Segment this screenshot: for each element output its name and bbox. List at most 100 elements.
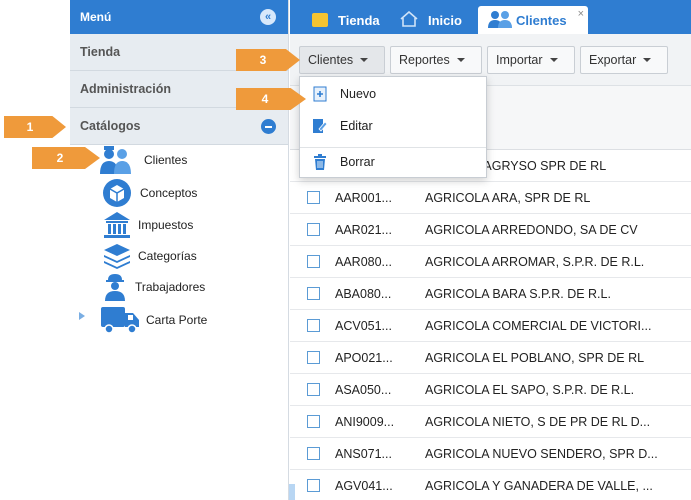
tab-inicio[interactable]: Inicio xyxy=(392,6,468,34)
sidebar-item-trabajadores[interactable]: Trabajadores xyxy=(100,271,205,303)
menu-item-label: Editar xyxy=(340,119,373,133)
menu-item-label: Borrar xyxy=(340,155,375,169)
row-checkbox[interactable] xyxy=(307,191,320,204)
edit-icon xyxy=(312,118,328,134)
row-checkbox[interactable] xyxy=(307,479,320,492)
row-code: ACV051... xyxy=(335,318,392,333)
row-checkbox[interactable] xyxy=(307,447,320,460)
clientes-menu-button[interactable]: Clientes xyxy=(299,46,385,74)
row-checkbox[interactable] xyxy=(307,287,320,300)
clients-icon xyxy=(98,144,134,176)
double-chevron-left-icon[interactable]: « xyxy=(260,9,276,25)
sidebar-item-label: Categorías xyxy=(138,249,197,263)
row-checkbox[interactable] xyxy=(307,319,320,332)
caret-down-icon xyxy=(456,58,465,62)
sidebar-section-label: Catálogos xyxy=(80,119,141,133)
tab-label: Inicio xyxy=(428,12,462,28)
sidebar-item-label: Carta Porte xyxy=(146,313,208,327)
sidebar-item-categorias[interactable]: Categorías xyxy=(102,240,197,272)
table-row[interactable]: ABA080... AGRICOLA BARA S.P.R. DE R.L. xyxy=(290,278,691,310)
expand-arrow-icon[interactable] xyxy=(79,312,85,320)
worker-icon xyxy=(100,271,130,303)
tab-clientes[interactable]: Clientes × xyxy=(478,6,588,34)
row-checkbox[interactable] xyxy=(307,255,320,268)
callout-1: 1 xyxy=(4,116,66,138)
row-code: APO021... xyxy=(335,350,393,365)
close-icon[interactable]: × xyxy=(578,8,584,20)
row-checkbox[interactable] xyxy=(307,383,320,396)
row-code: ANI9009... xyxy=(335,414,395,429)
sidebar-item-carta-porte[interactable]: Carta Porte xyxy=(100,303,207,337)
sidebar-item-conceptos[interactable]: Conceptos xyxy=(102,177,197,209)
sidebar-section-label: Tienda xyxy=(80,45,121,59)
table-row[interactable]: ANS071... AGRICOLA NUEVO SENDERO, SPR D.… xyxy=(290,438,691,470)
table-row[interactable]: ACV051... AGRICOLA COMERCIAL DE VICTORI.… xyxy=(290,310,691,342)
menu-item-borrar[interactable]: Borrar xyxy=(300,147,486,177)
sidebar-item-impuestos[interactable]: Impuestos xyxy=(102,209,193,241)
importar-menu-button[interactable]: Importar xyxy=(487,46,575,74)
row-code: AAR021... xyxy=(335,222,392,237)
store-icon xyxy=(312,13,328,27)
table-row[interactable]: AAR001... AGRICOLA ARA, SPR DE RL xyxy=(290,182,691,214)
layers-icon xyxy=(102,240,132,272)
row-code: AGV041... xyxy=(335,478,393,493)
row-code: AAR080... xyxy=(335,254,392,269)
clientes-dropdown-menu: Nuevo Editar Borrar xyxy=(299,76,487,178)
row-name: AGRICOLA EL POBLANO, SPR DE RL xyxy=(425,350,645,365)
sidebar-section-label: Administración xyxy=(80,82,171,96)
sidebar-section-catalogos[interactable]: Catálogos xyxy=(70,108,288,145)
row-checkbox[interactable] xyxy=(307,223,320,236)
collapse-minus-icon[interactable] xyxy=(261,119,276,134)
button-label: Reportes xyxy=(399,53,450,67)
row-name: AGRICOLA NUEVO SENDERO, SPR D... xyxy=(425,446,658,461)
exportar-menu-button[interactable]: Exportar xyxy=(580,46,668,74)
sidebar-item-label: Trabajadores xyxy=(135,280,206,294)
row-name: AGRICOLA COMERCIAL DE VICTORI... xyxy=(425,318,652,333)
row-code: ABA080... xyxy=(335,286,392,301)
menu-title: Menú xyxy=(80,10,112,24)
sidebar-item-clientes[interactable]: Clientes xyxy=(98,144,187,176)
table-row[interactable]: ASA050... AGRICOLA EL SAPO, S.P.R. DE R.… xyxy=(290,374,691,406)
row-checkbox[interactable] xyxy=(307,415,320,428)
row-name: AGRICOLA ARROMAR, S.P.R. DE R.L. xyxy=(425,254,645,269)
menu-item-label: Nuevo xyxy=(340,87,377,101)
table-row[interactable]: AGV041... AGRICOLA Y GANADERA DE VALLE, … xyxy=(290,470,691,500)
row-name: AGRICOLA Y GANADERA DE VALLE, ... xyxy=(425,478,653,493)
trash-icon xyxy=(312,154,328,170)
new-file-icon xyxy=(312,86,328,102)
table-row[interactable]: AAR080... AGRICOLA ARROMAR, S.P.R. DE R.… xyxy=(290,246,691,278)
sidebar-item-label: Conceptos xyxy=(140,186,198,200)
tab-tienda[interactable]: Tienda xyxy=(304,6,384,34)
bank-icon xyxy=(102,209,132,241)
button-label: Importar xyxy=(496,53,543,67)
row-name: AGRICOLA BARA S.P.R. DE R.L. xyxy=(425,286,611,301)
row-checkbox[interactable] xyxy=(307,351,320,364)
tab-label: Clientes xyxy=(516,12,567,28)
table-row[interactable]: ANI9009... AGRICOLA NIETO, S DE PR DE RL… xyxy=(290,406,691,438)
row-name: AGRICOLA NIETO, S DE PR DE RL D... xyxy=(425,414,651,429)
menu-header: Menú « xyxy=(70,0,288,34)
menu-item-nuevo[interactable]: Nuevo xyxy=(300,79,486,109)
button-label: Exportar xyxy=(589,53,637,67)
row-code: AAR001... xyxy=(335,190,392,205)
menu-item-editar[interactable]: Editar xyxy=(300,111,486,141)
box-icon xyxy=(102,177,132,209)
row-name: AGRICOLA ARREDONDO, SA DE CV xyxy=(425,222,638,237)
table-row[interactable]: AAR021... AGRICOLA ARREDONDO, SA DE CV xyxy=(290,214,691,246)
clients-icon xyxy=(486,9,514,32)
caret-down-icon xyxy=(360,58,369,62)
button-label: Clientes xyxy=(308,53,354,67)
table-row[interactable]: APO021... AGRICOLA EL POBLANO, SPR DE RL xyxy=(290,342,691,374)
truck-icon xyxy=(100,303,140,337)
sidebar-item-label: Clientes xyxy=(144,153,188,167)
row-name: A AGRYSO SPR DE RL xyxy=(473,158,607,173)
scrollbar[interactable] xyxy=(289,484,295,500)
sidebar-item-label: Impuestos xyxy=(138,218,194,232)
reportes-menu-button[interactable]: Reportes xyxy=(390,46,482,74)
row-code: ASA050... xyxy=(335,382,392,397)
row-name: AGRICOLA EL SAPO, S.P.R. DE R.L. xyxy=(425,382,635,397)
row-code: ANS071... xyxy=(335,446,392,461)
home-icon xyxy=(400,10,418,30)
row-name: AGRICOLA ARA, SPR DE RL xyxy=(425,190,591,205)
caret-down-icon xyxy=(643,58,652,62)
